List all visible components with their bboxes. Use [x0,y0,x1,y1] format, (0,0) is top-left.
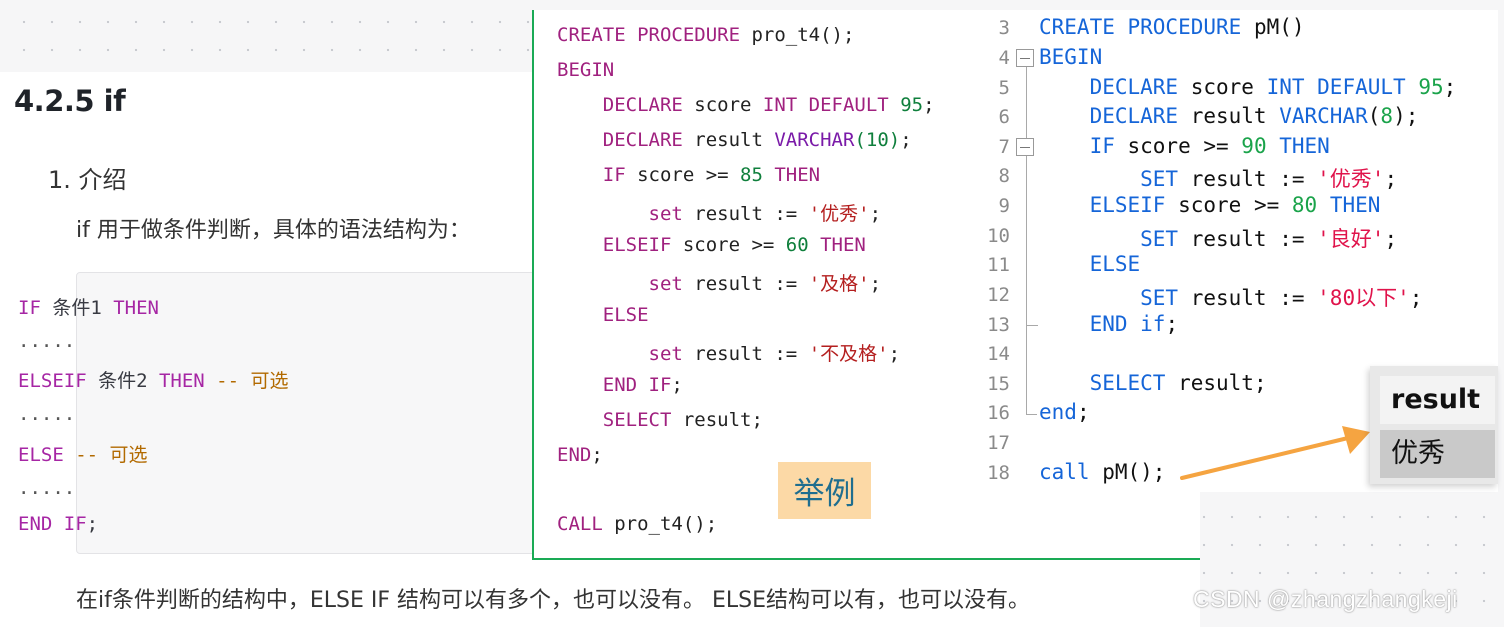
code-line: ELSE -- 可选 [18,444,148,466]
line-number: 7 [998,136,1010,158]
editor-line: ELSE [1039,252,1141,276]
fold-end-corner [1026,402,1037,415]
example-line: DECLARE score INT DEFAULT 95; [557,94,935,116]
example-line: set result := '及格'; [557,273,882,295]
line-number: 4 [998,47,1010,69]
line-number: 16 [987,402,1010,424]
example-line: IF score >= 85 THEN [557,164,821,186]
line-number: 3 [998,17,1010,39]
section-heading: 4.2.5 if [14,84,126,118]
example-line: DECLARE result VARCHAR(10); [557,129,912,151]
line-number: 5 [998,77,1010,99]
example-line: CREATE PROCEDURE pro_t4(); [557,24,855,46]
editor-line: BEGIN [1039,45,1103,69]
intro-text: if 用于做条件判断，具体的语法结构为： [76,218,471,243]
fold-guide [1026,67,1027,412]
line-number: 10 [987,225,1010,247]
line-number: 14 [987,343,1010,365]
line-number: 15 [987,373,1010,395]
line-number: 12 [987,284,1010,306]
line-number: 11 [987,254,1010,276]
example-line: END; [557,444,603,466]
line-number: 18 [987,462,1010,484]
code-line: ELSEIF 条件2 THEN -- 可选 [18,370,289,392]
editor-line: DECLARE score INT DEFAULT 95; [1039,75,1457,99]
example-line: ELSEIF score >= 60 THEN [557,234,866,256]
line-number: 6 [998,106,1010,128]
line-number: 8 [998,165,1010,187]
editor-line: SET result := '优秀'; [1039,167,1398,191]
example-line: ELSE [557,304,649,326]
example-line: CALL pro_t4(); [557,513,718,535]
example-line: set result := '不及格'; [557,343,901,365]
editor-line: IF score >= 90 THEN [1039,134,1330,158]
editor-line: END if; [1039,312,1179,336]
editor-line: DECLARE result VARCHAR(8); [1039,104,1419,128]
result-column-header[interactable]: result [1380,376,1495,424]
line-number: 9 [998,195,1010,217]
editor-line: SET result := '80以下'; [1039,286,1423,310]
line-number: 17 [987,432,1010,454]
editor-line: SET result := '良好'; [1039,227,1398,251]
summary-text: 在if条件判断的结构中，ELSE IF 结构可以有多个，也可以没有。 ELSE结… [76,588,1031,613]
result-cell[interactable]: 优秀 [1380,430,1495,478]
fold-collapse-icon[interactable] [1016,49,1034,67]
code-line: ..... [18,403,76,425]
example-line: BEGIN [557,59,615,81]
editor-line: end; [1039,400,1090,424]
code-line: ..... [18,477,76,499]
example-line: set result := '优秀'; [557,203,882,225]
code-line: ..... [18,330,76,352]
editor-line: CREATE PROCEDURE pM() [1039,15,1305,39]
editor-line: ELSEIF score >= 80 THEN [1039,193,1381,217]
example-line: END IF; [557,374,683,396]
code-line: IF 条件1 THEN [18,297,159,319]
csdn-watermark: CSDN @zhangzhangkeji [1193,586,1458,612]
line-number: 13 [987,314,1010,336]
editor-line: SELECT result; [1039,371,1267,395]
editor-line: call pM(); [1039,460,1166,484]
example-label: 举例 [778,462,871,519]
fold-end-tick [1026,325,1038,326]
fold-collapse-icon[interactable] [1016,138,1034,156]
list-item-intro: 1. 介绍 [48,166,127,194]
example-line: SELECT result; [557,409,763,431]
dot-grid-top [0,0,540,72]
arrow-icon [1180,426,1370,480]
code-line: END IF; [18,513,99,535]
